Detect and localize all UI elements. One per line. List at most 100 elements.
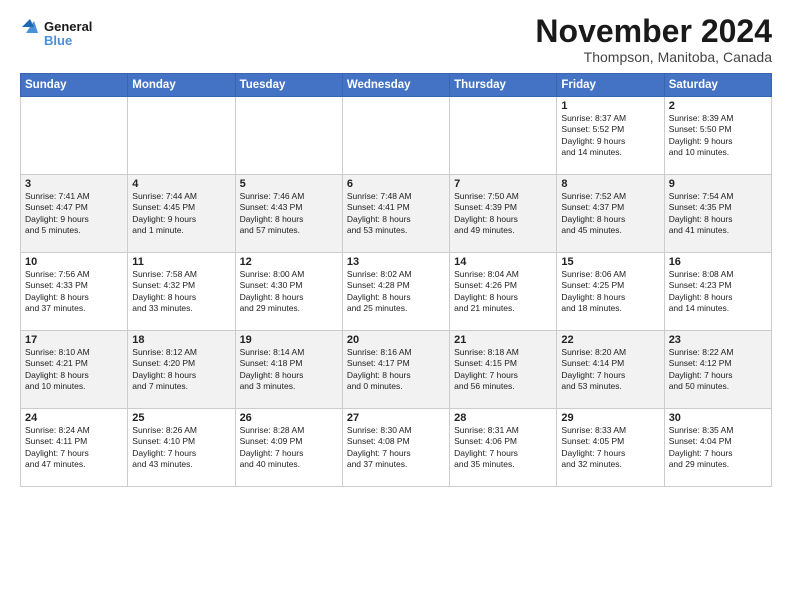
day-number: 16 xyxy=(669,256,767,268)
table-row: 8Sunrise: 7:52 AM Sunset: 4:37 PM Daylig… xyxy=(557,175,664,253)
day-info: Sunrise: 8:22 AM Sunset: 4:12 PM Dayligh… xyxy=(669,347,767,393)
day-number: 14 xyxy=(454,256,552,268)
day-number: 11 xyxy=(132,256,230,268)
day-info: Sunrise: 8:00 AM Sunset: 4:30 PM Dayligh… xyxy=(240,269,338,315)
day-info: Sunrise: 8:04 AM Sunset: 4:26 PM Dayligh… xyxy=(454,269,552,315)
day-info: Sunrise: 8:18 AM Sunset: 4:15 PM Dayligh… xyxy=(454,347,552,393)
table-row: 11Sunrise: 7:58 AM Sunset: 4:32 PM Dayli… xyxy=(128,253,235,331)
day-info: Sunrise: 8:20 AM Sunset: 4:14 PM Dayligh… xyxy=(561,347,659,393)
col-tuesday: Tuesday xyxy=(235,74,342,97)
table-row: 25Sunrise: 8:26 AM Sunset: 4:10 PM Dayli… xyxy=(128,409,235,487)
day-number: 4 xyxy=(132,178,230,190)
table-row: 5Sunrise: 7:46 AM Sunset: 4:43 PM Daylig… xyxy=(235,175,342,253)
day-info: Sunrise: 8:31 AM Sunset: 4:06 PM Dayligh… xyxy=(454,425,552,471)
table-row: 30Sunrise: 8:35 AM Sunset: 4:04 PM Dayli… xyxy=(664,409,771,487)
day-number: 13 xyxy=(347,256,445,268)
day-number: 24 xyxy=(25,412,123,424)
table-row: 3Sunrise: 7:41 AM Sunset: 4:47 PM Daylig… xyxy=(21,175,128,253)
table-row: 28Sunrise: 8:31 AM Sunset: 4:06 PM Dayli… xyxy=(450,409,557,487)
col-monday: Monday xyxy=(128,74,235,97)
table-row: 7Sunrise: 7:50 AM Sunset: 4:39 PM Daylig… xyxy=(450,175,557,253)
day-info: Sunrise: 8:08 AM Sunset: 4:23 PM Dayligh… xyxy=(669,269,767,315)
table-row xyxy=(128,97,235,175)
table-row: 15Sunrise: 8:06 AM Sunset: 4:25 PM Dayli… xyxy=(557,253,664,331)
table-row: 19Sunrise: 8:14 AM Sunset: 4:18 PM Dayli… xyxy=(235,331,342,409)
table-row: 18Sunrise: 8:12 AM Sunset: 4:20 PM Dayli… xyxy=(128,331,235,409)
day-number: 6 xyxy=(347,178,445,190)
table-row: 26Sunrise: 8:28 AM Sunset: 4:09 PM Dayli… xyxy=(235,409,342,487)
day-info: Sunrise: 7:46 AM Sunset: 4:43 PM Dayligh… xyxy=(240,191,338,237)
day-info: Sunrise: 8:14 AM Sunset: 4:18 PM Dayligh… xyxy=(240,347,338,393)
calendar-week-row: 24Sunrise: 8:24 AM Sunset: 4:11 PM Dayli… xyxy=(21,409,772,487)
day-number: 5 xyxy=(240,178,338,190)
col-friday: Friday xyxy=(557,74,664,97)
title-block: November 2024 Thompson, Manitoba, Canada xyxy=(535,15,772,65)
col-thursday: Thursday xyxy=(450,74,557,97)
day-info: Sunrise: 8:37 AM Sunset: 5:52 PM Dayligh… xyxy=(561,113,659,159)
table-row: 20Sunrise: 8:16 AM Sunset: 4:17 PM Dayli… xyxy=(342,331,449,409)
day-info: Sunrise: 7:56 AM Sunset: 4:33 PM Dayligh… xyxy=(25,269,123,315)
day-info: Sunrise: 7:54 AM Sunset: 4:35 PM Dayligh… xyxy=(669,191,767,237)
day-info: Sunrise: 7:41 AM Sunset: 4:47 PM Dayligh… xyxy=(25,191,123,237)
day-number: 2 xyxy=(669,100,767,112)
table-row: 10Sunrise: 7:56 AM Sunset: 4:33 PM Dayli… xyxy=(21,253,128,331)
logo: General Blue xyxy=(20,15,100,51)
calendar-week-row: 17Sunrise: 8:10 AM Sunset: 4:21 PM Dayli… xyxy=(21,331,772,409)
day-info: Sunrise: 7:50 AM Sunset: 4:39 PM Dayligh… xyxy=(454,191,552,237)
header: General Blue November 2024 Thompson, Man… xyxy=(20,15,772,65)
table-row: 17Sunrise: 8:10 AM Sunset: 4:21 PM Dayli… xyxy=(21,331,128,409)
table-row: 16Sunrise: 8:08 AM Sunset: 4:23 PM Dayli… xyxy=(664,253,771,331)
day-number: 12 xyxy=(240,256,338,268)
day-number: 15 xyxy=(561,256,659,268)
day-number: 8 xyxy=(561,178,659,190)
table-row xyxy=(235,97,342,175)
day-number: 19 xyxy=(240,334,338,346)
calendar-week-row: 10Sunrise: 7:56 AM Sunset: 4:33 PM Dayli… xyxy=(21,253,772,331)
day-info: Sunrise: 8:39 AM Sunset: 5:50 PM Dayligh… xyxy=(669,113,767,159)
table-row: 27Sunrise: 8:30 AM Sunset: 4:08 PM Dayli… xyxy=(342,409,449,487)
calendar-week-row: 3Sunrise: 7:41 AM Sunset: 4:47 PM Daylig… xyxy=(21,175,772,253)
day-number: 26 xyxy=(240,412,338,424)
day-number: 21 xyxy=(454,334,552,346)
logo-text: General Blue xyxy=(20,15,100,51)
day-number: 30 xyxy=(669,412,767,424)
page-container: General Blue November 2024 Thompson, Man… xyxy=(0,0,792,497)
day-number: 9 xyxy=(669,178,767,190)
day-number: 3 xyxy=(25,178,123,190)
table-row: 4Sunrise: 7:44 AM Sunset: 4:45 PM Daylig… xyxy=(128,175,235,253)
day-number: 10 xyxy=(25,256,123,268)
day-number: 17 xyxy=(25,334,123,346)
day-info: Sunrise: 7:52 AM Sunset: 4:37 PM Dayligh… xyxy=(561,191,659,237)
table-row: 13Sunrise: 8:02 AM Sunset: 4:28 PM Dayli… xyxy=(342,253,449,331)
table-row: 12Sunrise: 8:00 AM Sunset: 4:30 PM Dayli… xyxy=(235,253,342,331)
svg-text:General: General xyxy=(44,19,92,34)
calendar-table: Sunday Monday Tuesday Wednesday Thursday… xyxy=(20,73,772,487)
table-row xyxy=(342,97,449,175)
day-info: Sunrise: 7:58 AM Sunset: 4:32 PM Dayligh… xyxy=(132,269,230,315)
day-info: Sunrise: 8:28 AM Sunset: 4:09 PM Dayligh… xyxy=(240,425,338,471)
day-info: Sunrise: 7:44 AM Sunset: 4:45 PM Dayligh… xyxy=(132,191,230,237)
col-wednesday: Wednesday xyxy=(342,74,449,97)
day-number: 27 xyxy=(347,412,445,424)
table-row: 29Sunrise: 8:33 AM Sunset: 4:05 PM Dayli… xyxy=(557,409,664,487)
svg-text:Blue: Blue xyxy=(44,33,72,48)
day-info: Sunrise: 8:16 AM Sunset: 4:17 PM Dayligh… xyxy=(347,347,445,393)
day-info: Sunrise: 8:30 AM Sunset: 4:08 PM Dayligh… xyxy=(347,425,445,471)
table-row: 22Sunrise: 8:20 AM Sunset: 4:14 PM Dayli… xyxy=(557,331,664,409)
day-info: Sunrise: 8:24 AM Sunset: 4:11 PM Dayligh… xyxy=(25,425,123,471)
day-number: 20 xyxy=(347,334,445,346)
calendar-week-row: 1Sunrise: 8:37 AM Sunset: 5:52 PM Daylig… xyxy=(21,97,772,175)
table-row: 23Sunrise: 8:22 AM Sunset: 4:12 PM Dayli… xyxy=(664,331,771,409)
month-title: November 2024 xyxy=(535,15,772,47)
logo-svg: General Blue xyxy=(20,15,100,51)
day-info: Sunrise: 8:35 AM Sunset: 4:04 PM Dayligh… xyxy=(669,425,767,471)
table-row: 6Sunrise: 7:48 AM Sunset: 4:41 PM Daylig… xyxy=(342,175,449,253)
day-number: 7 xyxy=(454,178,552,190)
col-sunday: Sunday xyxy=(21,74,128,97)
day-number: 23 xyxy=(669,334,767,346)
day-info: Sunrise: 8:02 AM Sunset: 4:28 PM Dayligh… xyxy=(347,269,445,315)
table-row xyxy=(21,97,128,175)
day-info: Sunrise: 8:26 AM Sunset: 4:10 PM Dayligh… xyxy=(132,425,230,471)
day-info: Sunrise: 8:12 AM Sunset: 4:20 PM Dayligh… xyxy=(132,347,230,393)
day-info: Sunrise: 8:06 AM Sunset: 4:25 PM Dayligh… xyxy=(561,269,659,315)
